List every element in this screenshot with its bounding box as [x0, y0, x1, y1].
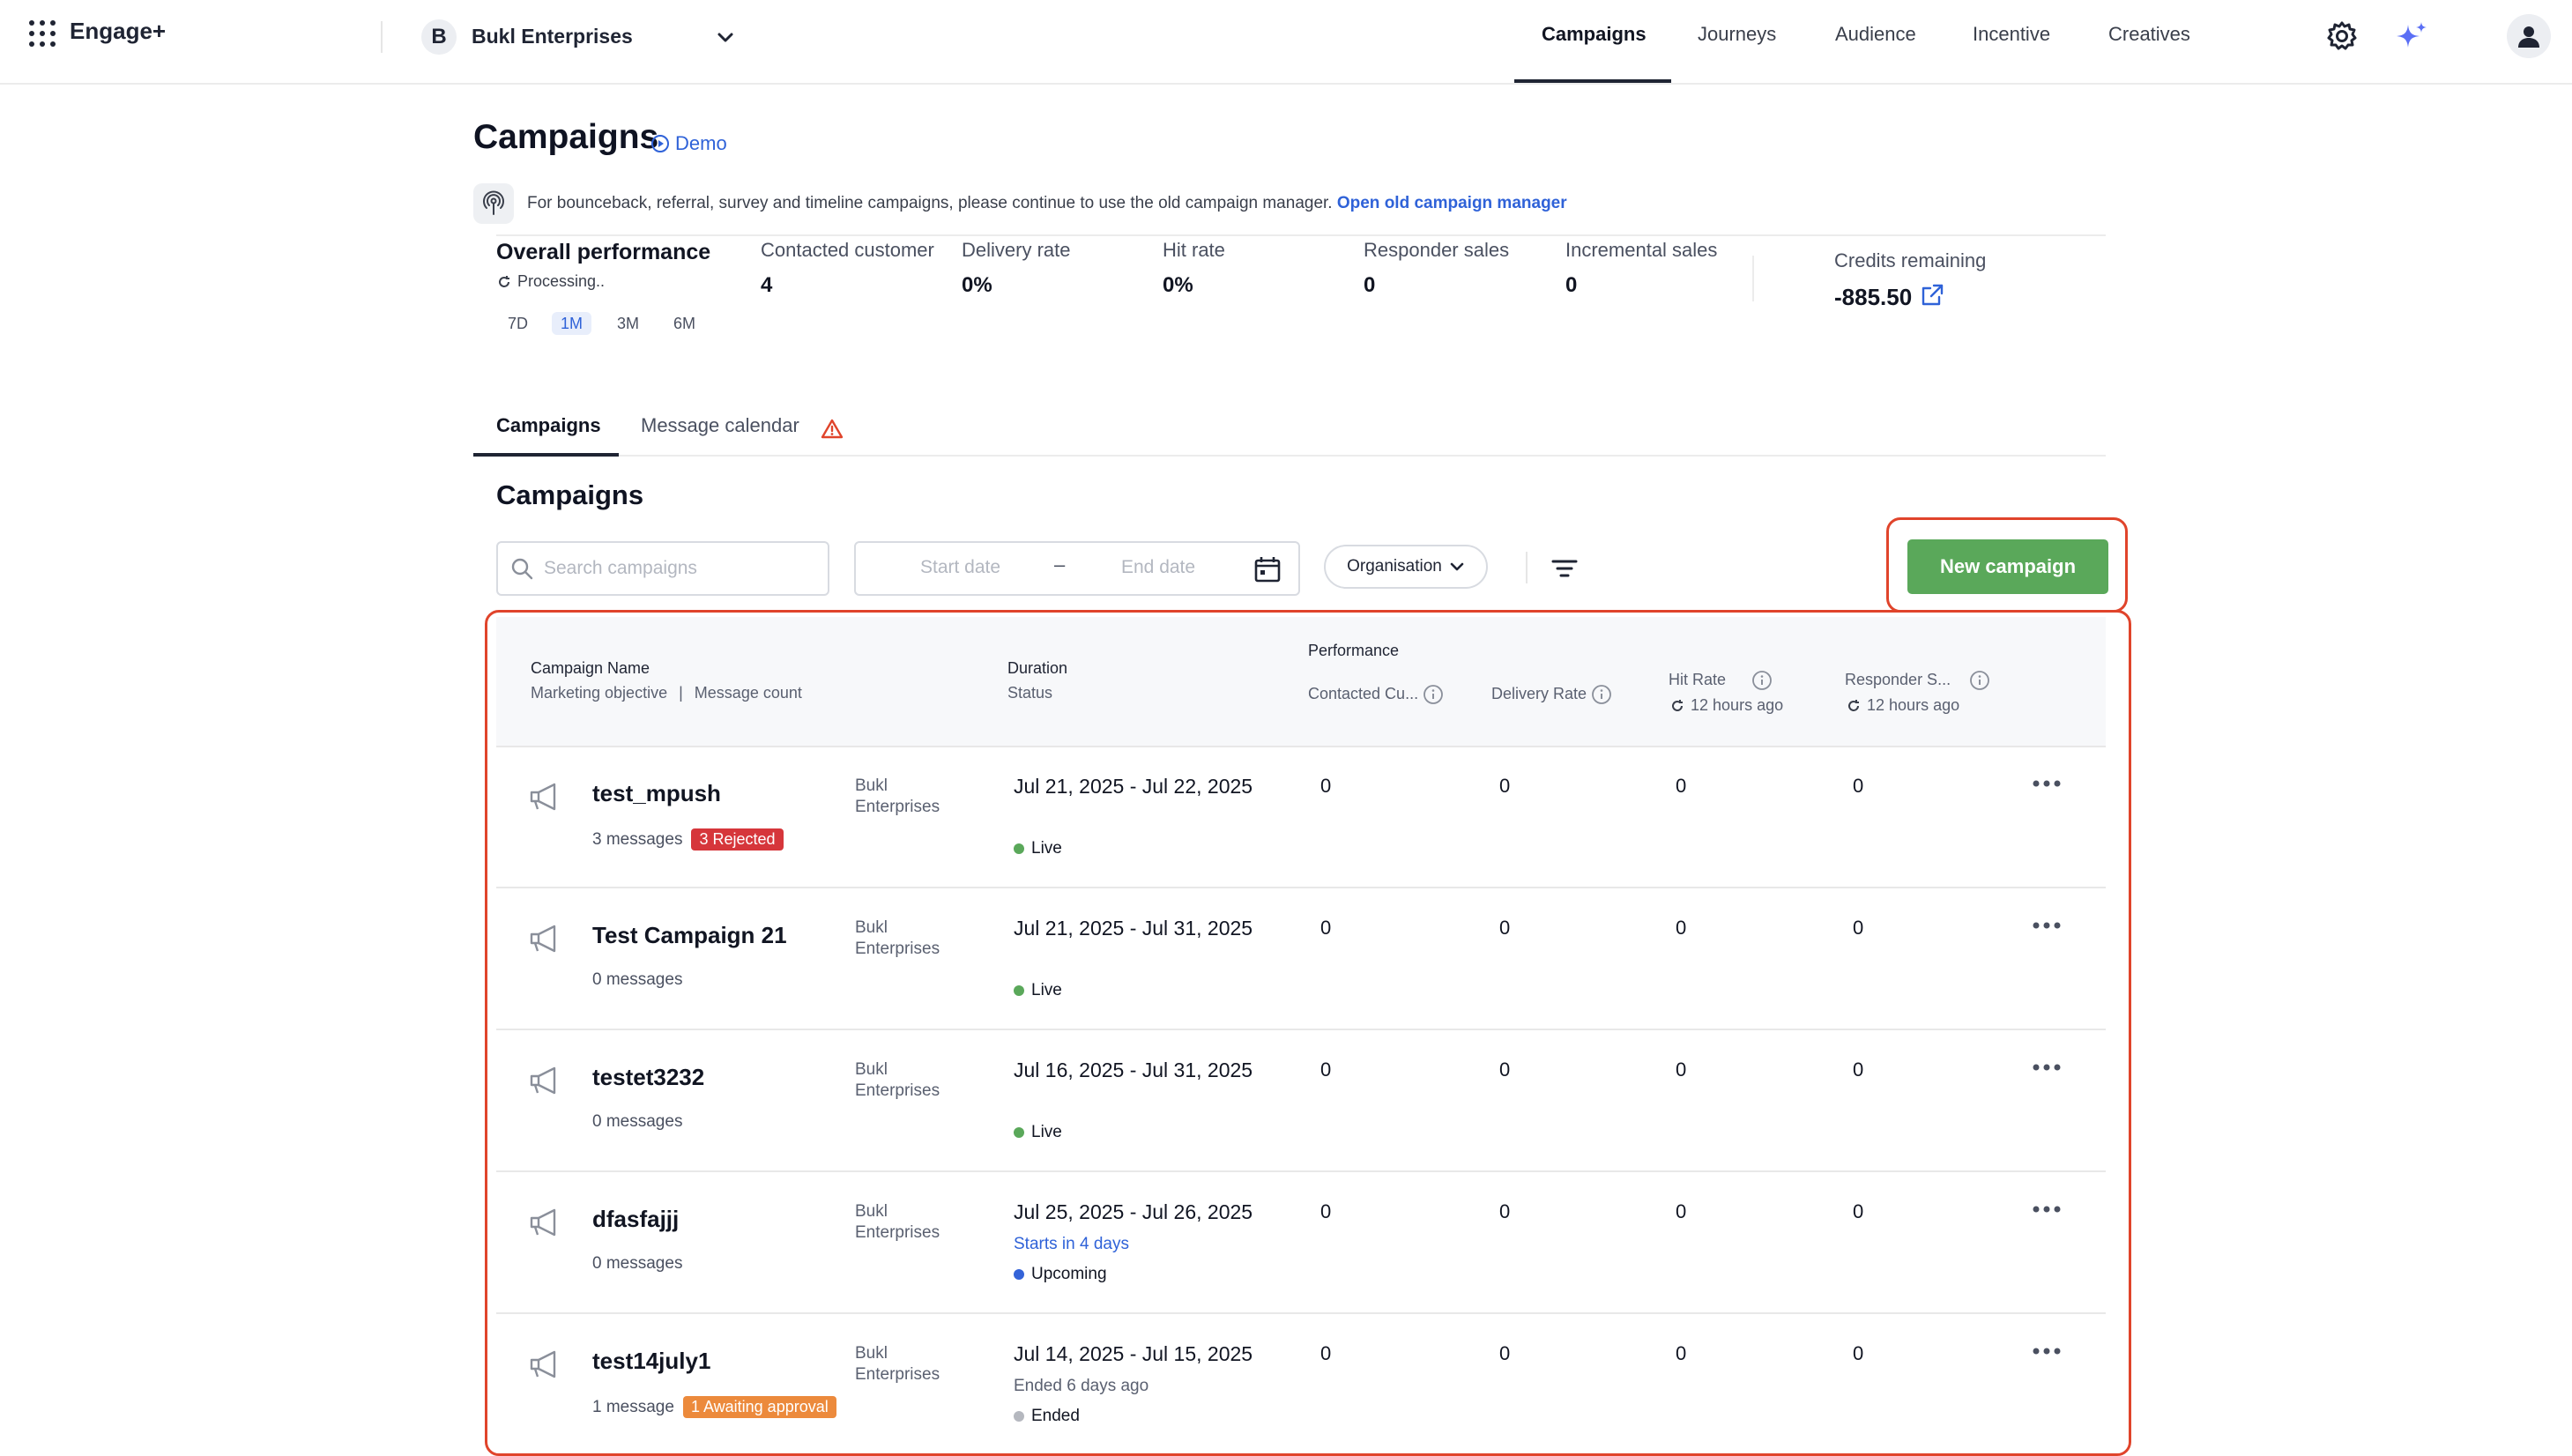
notice-text: For bounceback, referral, survey and tim… [527, 194, 1333, 212]
section-title: Campaigns [496, 479, 644, 510]
page-title: Campaigns [473, 118, 659, 156]
metric-label-hit: Hit rate [1163, 239, 1225, 261]
range-6m-button[interactable]: 6M [665, 312, 704, 335]
nav-tab-campaigns[interactable]: Campaigns [1542, 23, 1647, 46]
nav-active-indicator [1514, 79, 1671, 83]
metric-divider [1752, 256, 1754, 301]
start-date-input[interactable]: Start date [920, 557, 1000, 578]
metric-value-contacted: 4 [761, 273, 773, 297]
metric-value-delivery: 0% [962, 273, 992, 297]
nav-tab-creatives[interactable]: Creatives [2108, 23, 2190, 46]
search-field[interactable] [496, 541, 829, 596]
user-icon [2518, 26, 2539, 48]
user-avatar[interactable] [2507, 14, 2551, 58]
credits-value: -885.50 [1834, 284, 1913, 310]
table-highlight [485, 610, 2131, 1456]
nav-divider [381, 21, 383, 53]
divider [496, 234, 2106, 236]
open-old-campaign-manager-link[interactable]: Open old campaign manager [1337, 194, 1567, 212]
organisation-filter-dropdown[interactable]: Organisation [1324, 545, 1488, 589]
sparkle-ai-icon[interactable] [2394, 19, 2429, 55]
end-date-input[interactable]: End date [1121, 557, 1195, 578]
date-separator: – [1054, 553, 1066, 576]
metric-value-responder: 0 [1364, 273, 1376, 297]
tab-campaigns[interactable]: Campaigns [496, 414, 601, 437]
broadcast-icon [473, 183, 514, 224]
nav-tab-audience[interactable]: Audience [1835, 23, 1916, 46]
search-icon [511, 558, 533, 580]
refresh-icon [499, 275, 509, 287]
tabs-divider [473, 455, 2106, 457]
calendar-icon[interactable] [1253, 554, 1282, 584]
nav-tab-incentive[interactable]: Incentive [1973, 23, 2050, 46]
toolbar-divider [1526, 552, 1528, 583]
warning-icon [821, 418, 844, 441]
performance-title: Overall performance [496, 240, 711, 264]
processing-status: Processing.. [496, 272, 605, 291]
metric-label-contacted: Contacted customer [761, 239, 934, 261]
notice-banner: For bounceback, referral, survey and tim… [527, 194, 1567, 213]
organisation-filter-label: Organisation [1347, 557, 1442, 576]
demo-label: Demo [675, 132, 727, 154]
search-input[interactable] [542, 557, 828, 580]
gear-icon[interactable] [2325, 19, 2359, 53]
new-campaign-button[interactable]: New campaign [1907, 539, 2108, 594]
range-1m-button[interactable]: 1M [552, 312, 592, 335]
nav-tab-journeys[interactable]: Journeys [1698, 23, 1776, 46]
play-circle-icon [651, 135, 669, 152]
chevron-down-icon[interactable] [714, 26, 737, 49]
external-link-icon[interactable] [1920, 283, 1944, 308]
tab-active-indicator [473, 453, 619, 457]
metric-value-hit: 0% [1163, 273, 1193, 297]
apps-grid-icon[interactable] [28, 19, 56, 48]
tab-message-calendar[interactable]: Message calendar [641, 414, 799, 437]
org-avatar[interactable]: B [421, 19, 457, 55]
credits-label: Credits remaining [1834, 249, 1987, 271]
processing-text: Processing.. [517, 272, 606, 290]
metric-label-delivery: Delivery rate [962, 239, 1071, 261]
demo-link[interactable]: Demo [650, 132, 727, 155]
range-7d-button[interactable]: 7D [499, 312, 537, 335]
chevron-down-icon [1450, 562, 1464, 571]
app-name: Engage+ [70, 18, 167, 44]
date-range-picker[interactable]: Start date – End date [854, 541, 1300, 596]
range-3m-button[interactable]: 3M [608, 312, 648, 335]
metric-label-incremental: Incremental sales [1565, 239, 1718, 261]
metric-value-incremental: 0 [1565, 273, 1578, 297]
metric-label-responder: Responder sales [1364, 239, 1510, 261]
filter-icon[interactable] [1550, 553, 1580, 583]
org-switcher-name[interactable]: Bukl Enterprises [472, 25, 633, 48]
